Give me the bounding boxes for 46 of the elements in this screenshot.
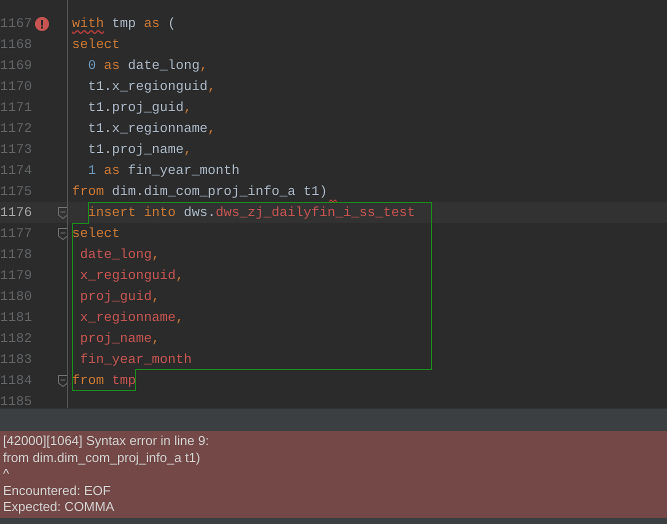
line-number: 1181	[0, 308, 31, 327]
code-line: from tmp	[72, 372, 136, 390]
code-line: from dim.dim_com_proj_info_a t1)	[72, 181, 328, 202]
error-message-line: Expected: COMMA	[3, 499, 116, 516]
line-number: 1174	[0, 162, 31, 180]
line-number: 1176	[0, 204, 31, 222]
error-icon[interactable]	[35, 16, 49, 30]
code-line: date_long,	[78, 246, 160, 264]
code-line: t1.x_regionname,	[86, 120, 216, 138]
line-number: 1173	[0, 140, 31, 159]
line-number: 1180	[0, 288, 31, 306]
error-message-line: from dim.dim_com_proj_info_a t1)	[3, 450, 202, 466]
error-message-line: ^	[3, 466, 10, 483]
line-number: 1171	[0, 98, 31, 117]
line-number: 1183	[0, 350, 31, 369]
line-number: 1178	[0, 246, 31, 264]
line-number: 1177	[0, 224, 31, 243]
code-line: 0 as date_long,	[86, 57, 208, 75]
fold-icon[interactable]	[58, 374, 68, 386]
line-number: 1172	[0, 120, 31, 138]
line-number: 1175	[0, 182, 31, 201]
code-line: insert into dws.dws_zj_dailyfin_i_ss_test	[86, 204, 416, 222]
code-line: 1 as fin_year_month	[86, 162, 240, 180]
code-line: select	[72, 225, 120, 243]
code-line: fin_year_month	[78, 351, 192, 369]
line-number: 1179	[0, 266, 31, 285]
error-message-line: Encountered: EOF	[3, 482, 112, 500]
code-line: x_regionname,	[78, 309, 184, 327]
line-number: 1168	[0, 36, 31, 54]
code-line: proj_name,	[78, 330, 160, 348]
code-line: t1.proj_guid,	[86, 99, 192, 117]
error-message-line: [42000][1064] Syntax error in line 9:	[3, 433, 210, 450]
code-line: t1.x_regionguid,	[86, 78, 216, 96]
fold-icon[interactable]	[58, 228, 68, 240]
code-line: proj_guid,	[78, 288, 160, 306]
line-number: 1169	[0, 56, 31, 75]
code-line: select	[72, 36, 120, 54]
code-line: with tmp as (	[72, 15, 176, 33]
fold-icon[interactable]	[58, 206, 68, 218]
line-number: 1184	[0, 372, 31, 390]
code-line: t1.proj_name,	[86, 141, 192, 159]
line-number: 1170	[0, 78, 31, 96]
line-number: 1185	[0, 392, 31, 408]
line-number: 1167	[0, 14, 31, 33]
code-line: x_regionguid,	[78, 267, 184, 285]
line-number: 1182	[0, 330, 31, 348]
